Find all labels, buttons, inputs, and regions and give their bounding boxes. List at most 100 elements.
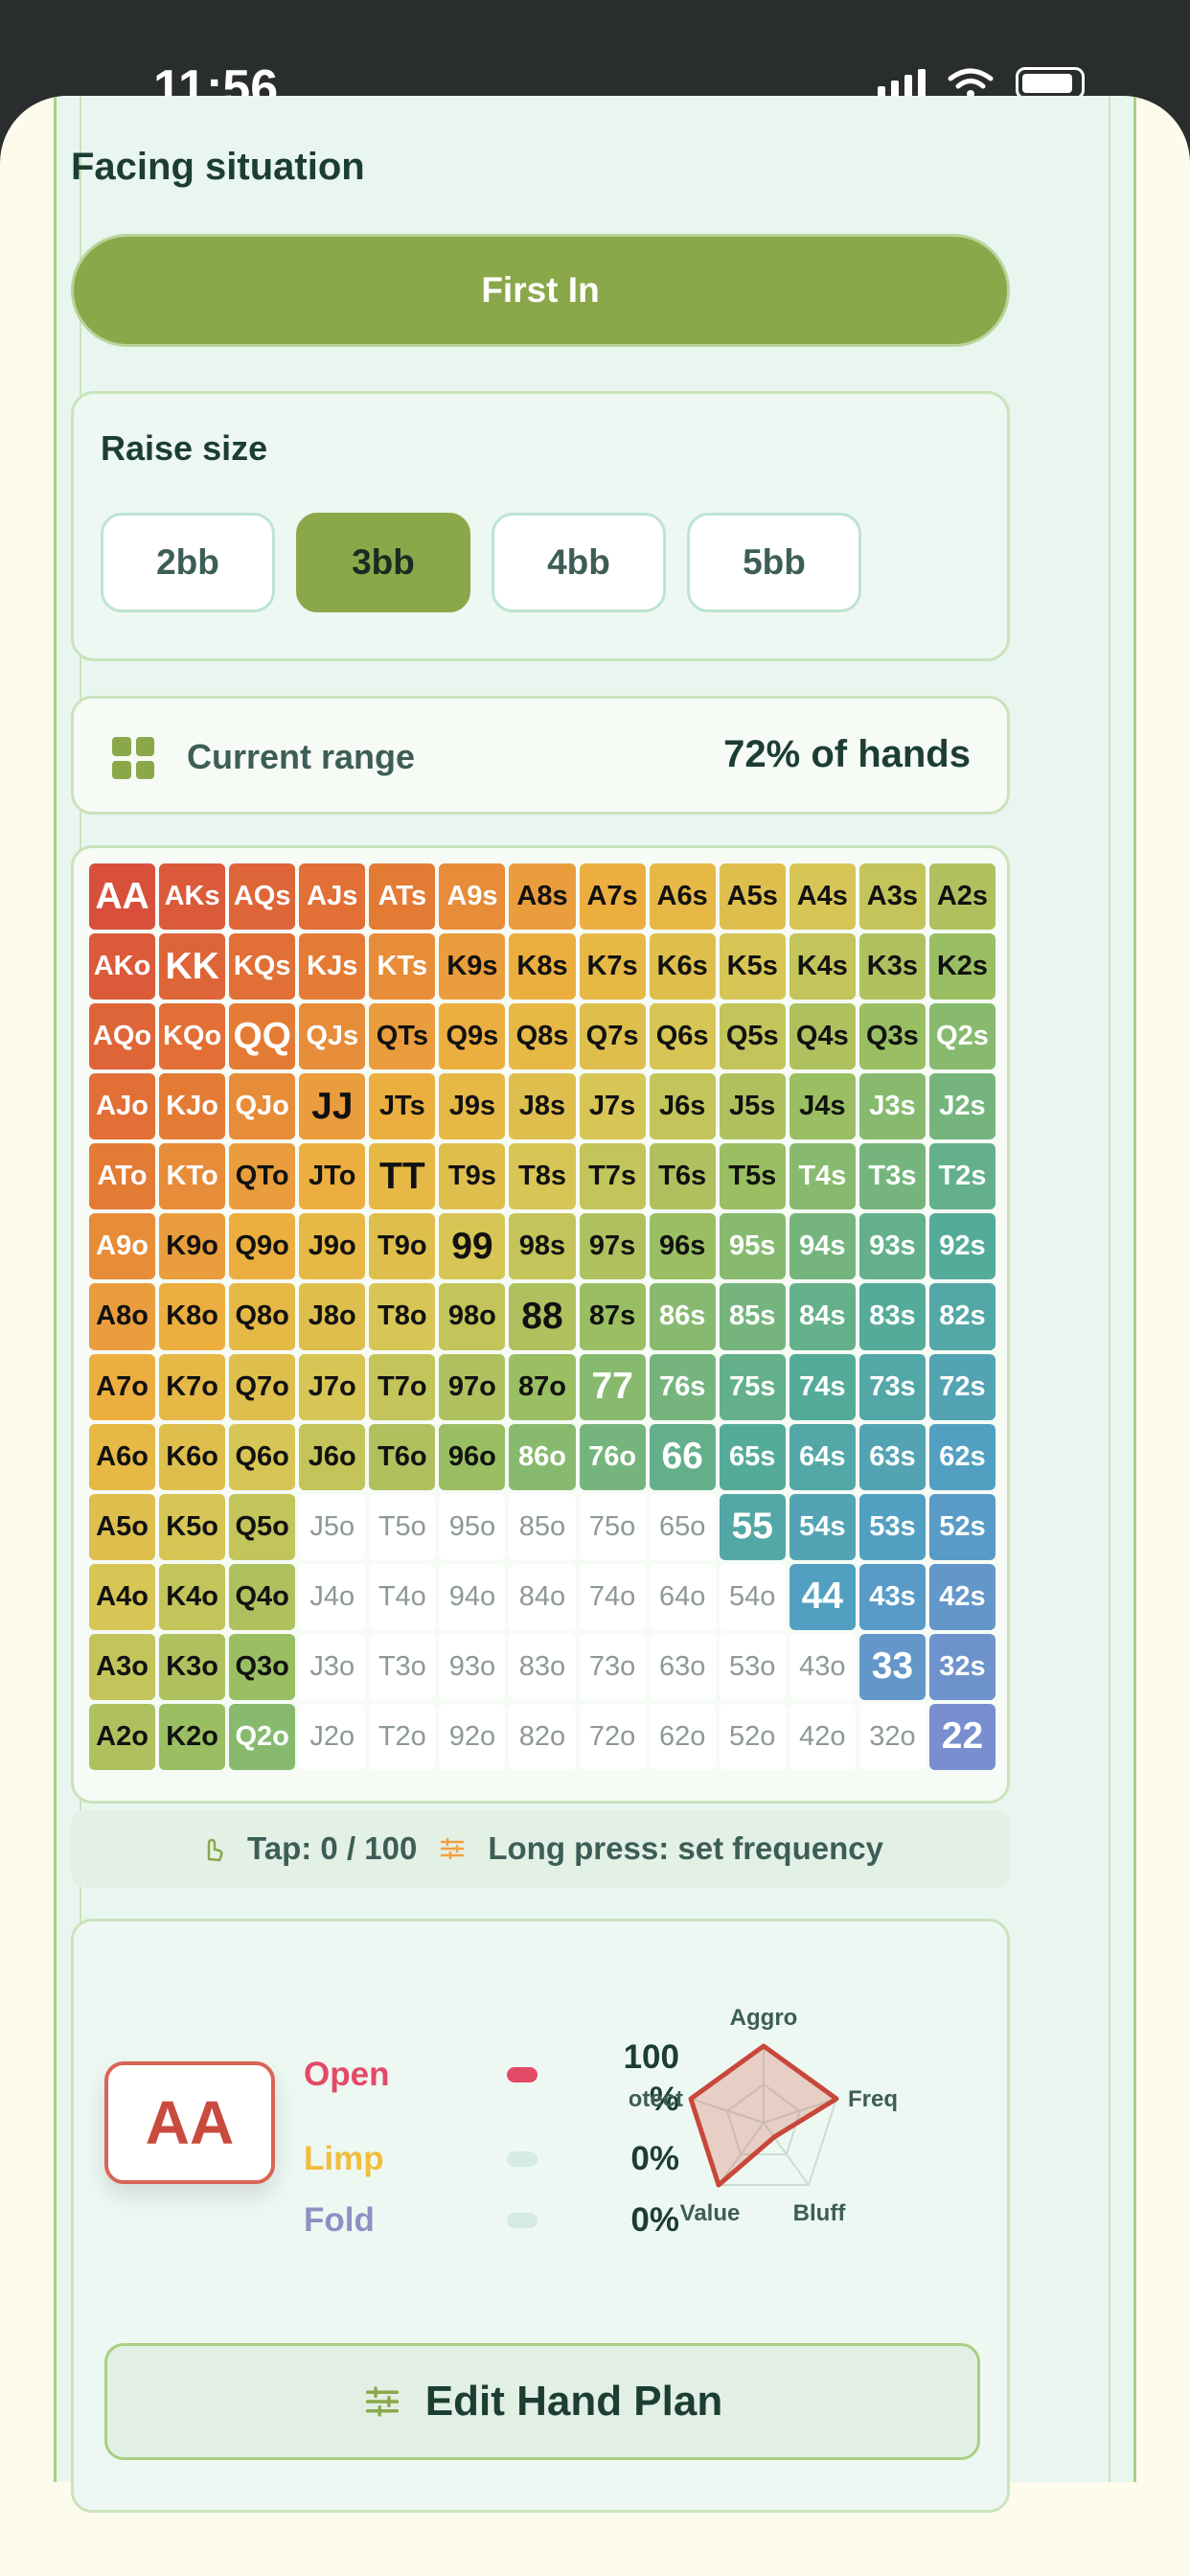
hand-cell[interactable]: JJ bbox=[299, 1073, 366, 1140]
hand-cell[interactable]: T7o bbox=[369, 1353, 436, 1420]
hand-cell[interactable]: 84o bbox=[509, 1563, 576, 1630]
hand-cell[interactable]: AKs bbox=[159, 863, 226, 931]
hand-cell[interactable]: J8s bbox=[509, 1073, 576, 1140]
hand-cell[interactable]: A4o bbox=[89, 1563, 156, 1630]
hand-cell[interactable]: J3s bbox=[858, 1073, 926, 1140]
hand-cell[interactable]: 73s bbox=[858, 1353, 926, 1420]
hand-cell[interactable]: Q4s bbox=[789, 1003, 856, 1070]
hand-cell[interactable]: 82o bbox=[509, 1703, 576, 1770]
hand-cell[interactable]: K9s bbox=[439, 933, 506, 1000]
hand-cell[interactable]: K4o bbox=[159, 1563, 226, 1630]
hand-cell[interactable]: 53o bbox=[719, 1633, 786, 1700]
hand-cell[interactable]: AQs bbox=[229, 863, 296, 931]
hand-cell[interactable]: 83o bbox=[509, 1633, 576, 1700]
hand-cell[interactable]: J5s bbox=[719, 1073, 786, 1140]
hand-cell[interactable]: T4o bbox=[369, 1563, 436, 1630]
hand-cell[interactable]: A6s bbox=[649, 863, 716, 931]
hand-cell[interactable]: Q6o bbox=[229, 1423, 296, 1490]
hand-cell[interactable]: QTs bbox=[369, 1003, 436, 1070]
hand-cell[interactable]: JTs bbox=[369, 1073, 436, 1140]
hand-cell[interactable]: Q8s bbox=[509, 1003, 576, 1070]
hand-cell[interactable]: T6o bbox=[369, 1423, 436, 1490]
hand-cell[interactable]: J7o bbox=[299, 1353, 366, 1420]
hand-cell[interactable]: T3s bbox=[858, 1143, 926, 1210]
hand-cell[interactable]: 87s bbox=[579, 1283, 646, 1350]
hand-cell[interactable]: T5o bbox=[369, 1493, 436, 1560]
hand-cell[interactable]: J8o bbox=[299, 1283, 366, 1350]
hand-cell[interactable]: A5s bbox=[719, 863, 786, 931]
hand-cell[interactable]: K8s bbox=[509, 933, 576, 1000]
hand-cell[interactable]: A7s bbox=[579, 863, 646, 931]
hand-cell[interactable]: 72s bbox=[928, 1353, 995, 1420]
hand-cell[interactable]: QJs bbox=[299, 1003, 366, 1070]
hand-cell[interactable]: Q5o bbox=[229, 1493, 296, 1560]
hand-cell[interactable]: A3s bbox=[858, 863, 926, 931]
hand-cell[interactable]: 96o bbox=[439, 1423, 506, 1490]
hand-cell[interactable]: QJo bbox=[229, 1073, 296, 1140]
hand-cell[interactable]: J2o bbox=[299, 1703, 366, 1770]
hand-cell[interactable]: 62o bbox=[649, 1703, 716, 1770]
hand-cell[interactable]: QQ bbox=[229, 1003, 296, 1070]
hand-cell[interactable]: 66 bbox=[649, 1423, 716, 1490]
hand-cell[interactable]: 42s bbox=[928, 1563, 995, 1630]
hand-cell[interactable]: T9s bbox=[439, 1143, 506, 1210]
hand-cell[interactable]: 43s bbox=[858, 1563, 926, 1630]
hand-cell[interactable]: J5o bbox=[299, 1493, 366, 1560]
hand-cell[interactable]: 32o bbox=[858, 1703, 926, 1770]
hand-cell[interactable]: J3o bbox=[299, 1633, 366, 1700]
hand-cell[interactable]: 52s bbox=[928, 1493, 995, 1560]
hand-cell[interactable]: 74s bbox=[789, 1353, 856, 1420]
hand-cell[interactable]: Q9o bbox=[229, 1213, 296, 1280]
hand-cell[interactable]: J7s bbox=[579, 1073, 646, 1140]
hand-cell[interactable]: J4o bbox=[299, 1563, 366, 1630]
hand-cell[interactable]: K5s bbox=[719, 933, 786, 1000]
hand-cell[interactable]: 84s bbox=[789, 1283, 856, 1350]
hand-cell[interactable]: 76o bbox=[579, 1423, 646, 1490]
hand-cell[interactable]: K6s bbox=[649, 933, 716, 1000]
hand-cell[interactable]: KK bbox=[159, 933, 226, 1000]
hand-cell[interactable]: AQo bbox=[89, 1003, 156, 1070]
hand-cell[interactable]: 22 bbox=[928, 1703, 995, 1770]
hand-cell[interactable]: KQs bbox=[229, 933, 296, 1000]
hand-cell[interactable]: T5s bbox=[719, 1143, 786, 1210]
hand-cell[interactable]: Q8o bbox=[229, 1283, 296, 1350]
hand-cell[interactable]: Q2o bbox=[229, 1703, 296, 1770]
first-in-button[interactable]: First In bbox=[71, 234, 1010, 347]
hand-cell[interactable]: 53s bbox=[858, 1493, 926, 1560]
hand-cell[interactable]: 87o bbox=[509, 1353, 576, 1420]
hand-cell[interactable]: 44 bbox=[789, 1563, 856, 1630]
hand-cell[interactable]: K9o bbox=[159, 1213, 226, 1280]
hand-cell[interactable]: ATs bbox=[369, 863, 436, 931]
hand-cell[interactable]: Q9s bbox=[439, 1003, 506, 1070]
hand-cell[interactable]: J9o bbox=[299, 1213, 366, 1280]
hand-cell[interactable]: A2o bbox=[89, 1703, 156, 1770]
hand-cell[interactable]: J2s bbox=[928, 1073, 995, 1140]
hand-cell[interactable]: 75s bbox=[719, 1353, 786, 1420]
hand-cell[interactable]: T4s bbox=[789, 1143, 856, 1210]
hand-cell[interactable]: ATo bbox=[89, 1143, 156, 1210]
hand-cell[interactable]: 63o bbox=[649, 1633, 716, 1700]
hand-cell[interactable]: Q3s bbox=[858, 1003, 926, 1070]
hand-cell[interactable]: AKo bbox=[89, 933, 156, 1000]
hand-cell[interactable]: T8s bbox=[509, 1143, 576, 1210]
hand-cell[interactable]: AJs bbox=[299, 863, 366, 931]
hand-cell[interactable]: Q4o bbox=[229, 1563, 296, 1630]
hand-cell[interactable]: K3s bbox=[858, 933, 926, 1000]
hand-cell[interactable]: A9s bbox=[439, 863, 506, 931]
hand-cell[interactable]: 73o bbox=[579, 1633, 646, 1700]
hand-cell[interactable]: 88 bbox=[509, 1283, 576, 1350]
hand-cell[interactable]: 97s bbox=[579, 1213, 646, 1280]
hand-cell[interactable]: T2s bbox=[928, 1143, 995, 1210]
hand-cell[interactable]: 82s bbox=[928, 1283, 995, 1350]
hand-cell[interactable]: 93s bbox=[858, 1213, 926, 1280]
hand-cell[interactable]: 97o bbox=[439, 1353, 506, 1420]
hand-cell[interactable]: 75o bbox=[579, 1493, 646, 1560]
hand-cell[interactable]: 99 bbox=[439, 1213, 506, 1280]
hand-cell[interactable]: A8o bbox=[89, 1283, 156, 1350]
hand-cell[interactable]: 96s bbox=[649, 1213, 716, 1280]
hand-cell[interactable]: QTo bbox=[229, 1143, 296, 1210]
hand-cell[interactable]: 65s bbox=[719, 1423, 786, 1490]
hand-cell[interactable]: 54o bbox=[719, 1563, 786, 1630]
hand-cell[interactable]: T3o bbox=[369, 1633, 436, 1700]
hand-cell[interactable]: TT bbox=[369, 1143, 436, 1210]
